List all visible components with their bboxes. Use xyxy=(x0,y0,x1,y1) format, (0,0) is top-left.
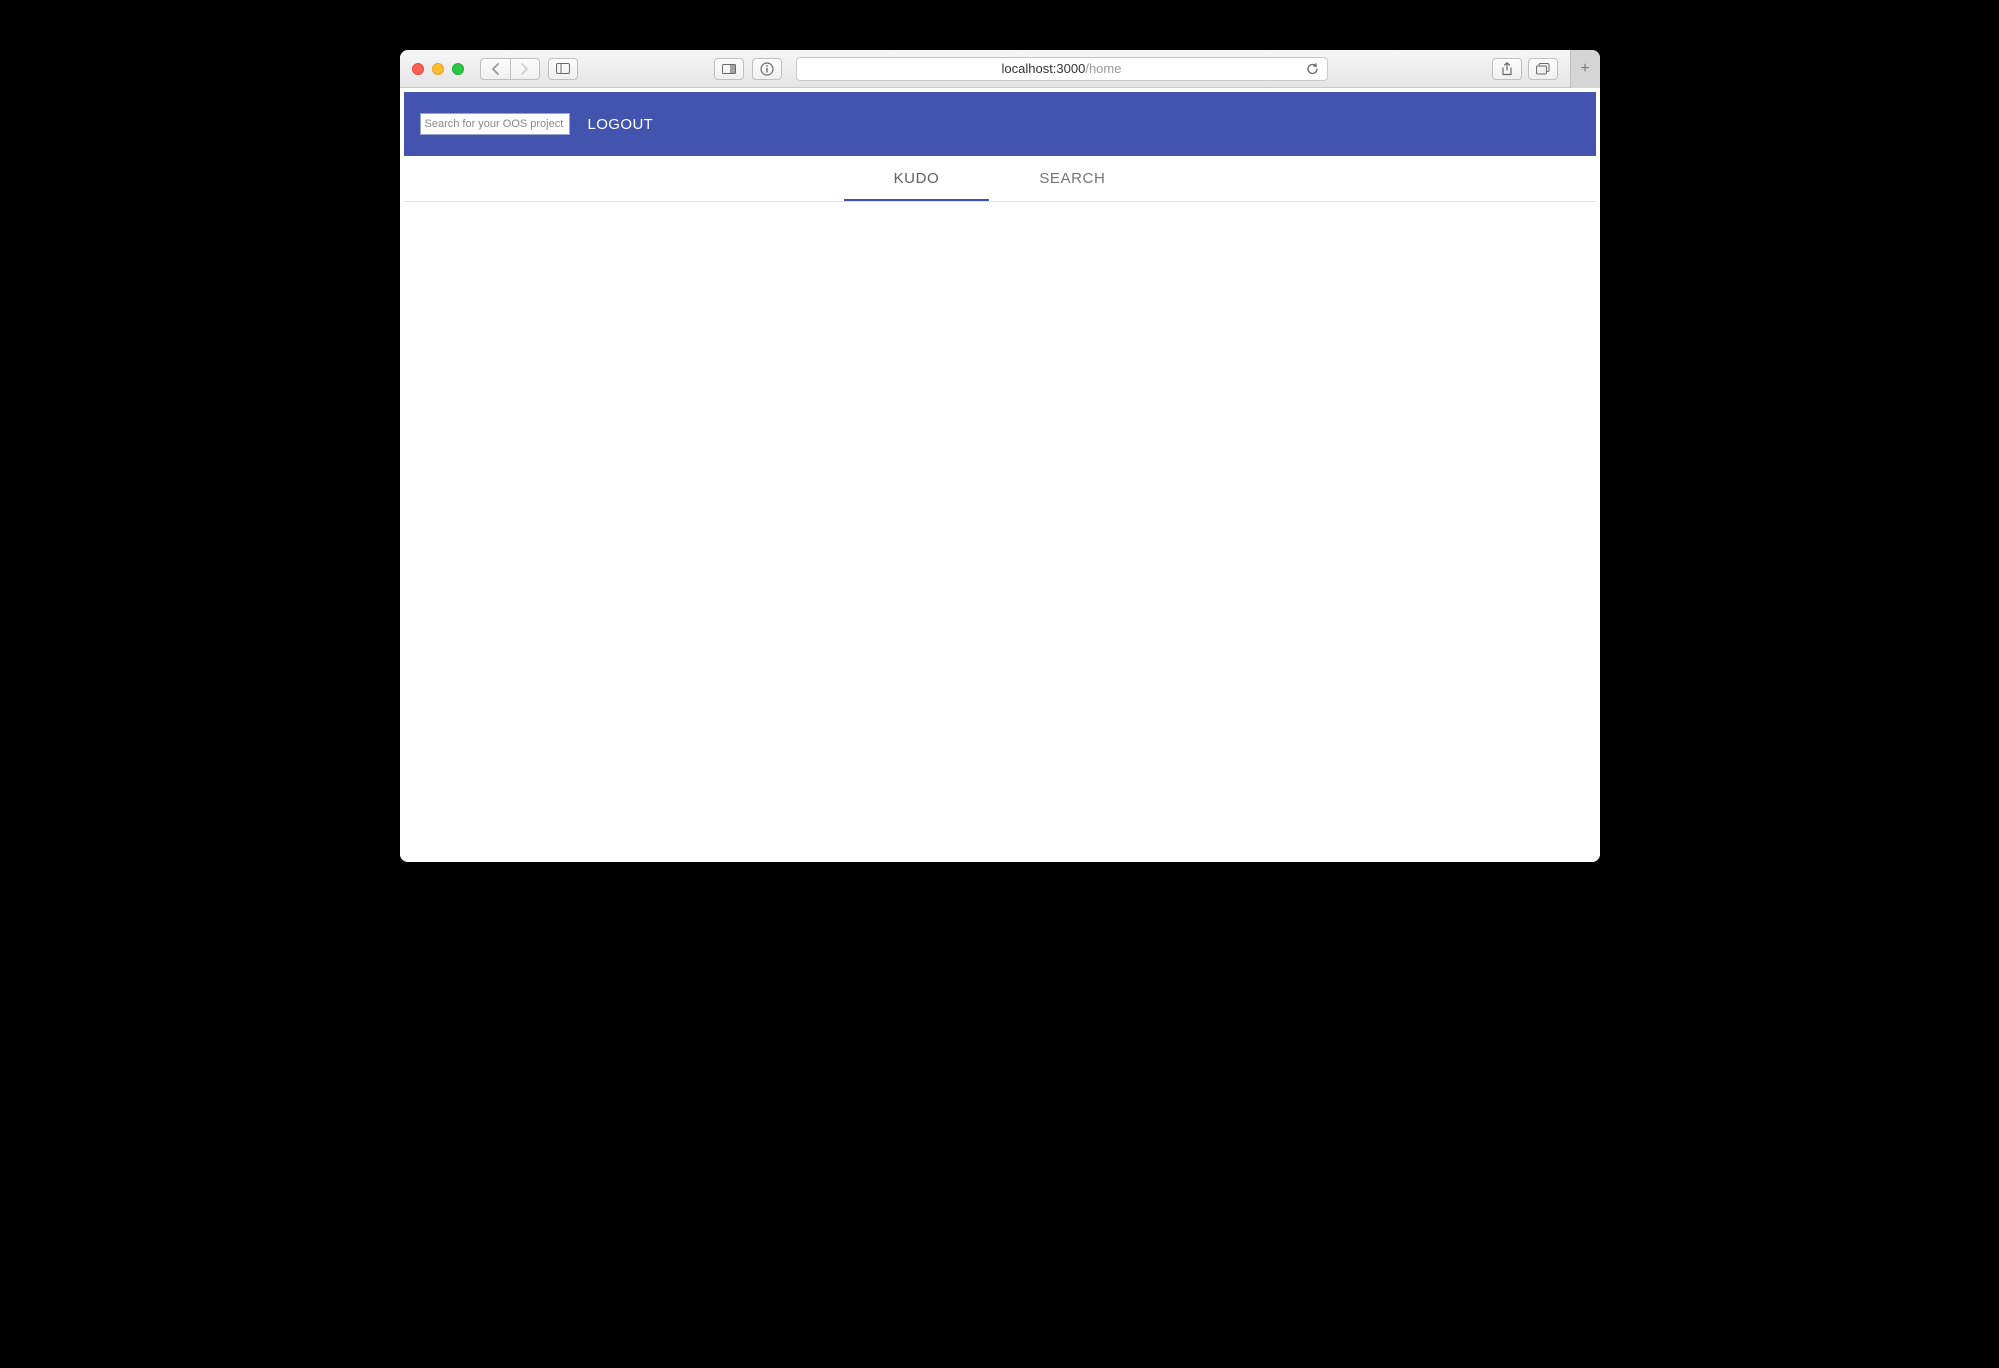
nav-history-buttons xyxy=(480,58,540,80)
tab-kudo[interactable]: KUDO xyxy=(844,156,990,201)
tabs-overview-button[interactable] xyxy=(1528,58,1558,80)
plus-icon: + xyxy=(1580,60,1589,78)
page-content: LOGOUT KUDO SEARCH xyxy=(400,92,1600,862)
sidebar-icon xyxy=(556,63,570,74)
app-header: LOGOUT xyxy=(404,92,1596,156)
browser-window: localhost:3000/home xyxy=(400,50,1600,862)
chevron-right-icon xyxy=(520,63,529,75)
search-input[interactable] xyxy=(420,113,570,135)
back-button[interactable] xyxy=(480,58,510,80)
logout-button[interactable]: LOGOUT xyxy=(588,116,654,133)
close-window-button[interactable] xyxy=(412,63,424,75)
tabs-icon xyxy=(1536,63,1550,75)
reload-button[interactable] xyxy=(1306,62,1319,76)
share-icon xyxy=(1501,62,1513,76)
info-icon xyxy=(760,62,774,76)
tabs: KUDO SEARCH xyxy=(404,156,1596,202)
share-button[interactable] xyxy=(1492,58,1522,80)
address-bar[interactable]: localhost:3000/home xyxy=(796,57,1328,81)
minimize-window-button[interactable] xyxy=(432,63,444,75)
window-controls xyxy=(412,63,464,75)
address-path: /home xyxy=(1085,61,1121,76)
tab-search[interactable]: SEARCH xyxy=(989,156,1155,201)
chevron-left-icon xyxy=(491,63,500,75)
tab-content xyxy=(400,202,1600,822)
sidebar-toggle-button[interactable] xyxy=(548,58,578,80)
site-info-button[interactable] xyxy=(752,58,782,80)
maximize-window-button[interactable] xyxy=(452,63,464,75)
forward-button[interactable] xyxy=(510,58,540,80)
reader-button[interactable] xyxy=(714,58,744,80)
reload-icon xyxy=(1306,62,1319,76)
address-host: localhost:3000 xyxy=(1002,61,1086,76)
new-tab-button[interactable]: + xyxy=(1570,50,1600,88)
browser-chrome: localhost:3000/home xyxy=(400,50,1600,88)
reader-icon xyxy=(722,64,736,74)
